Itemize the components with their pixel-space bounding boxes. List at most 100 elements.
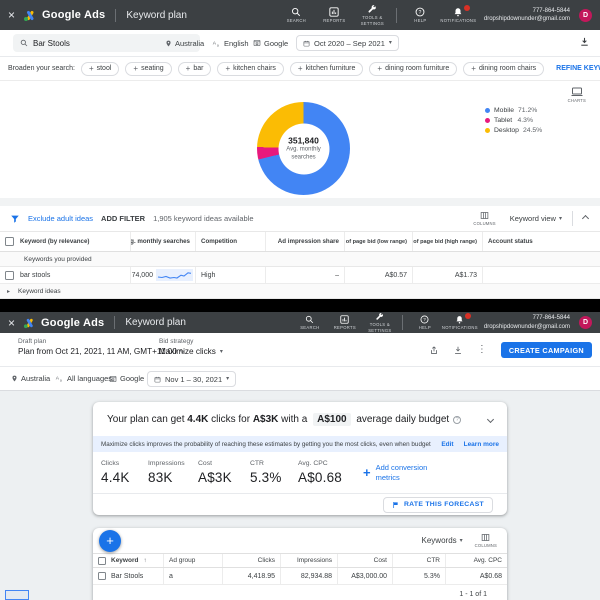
- nav-notifications-button[interactable]: NOTIFICATIONS: [442, 312, 478, 330]
- svg-text:a: a: [60, 379, 62, 383]
- broaden-chip[interactable]: + kitchen chairs: [217, 61, 284, 76]
- searches-cell: 74,000: [131, 271, 153, 279]
- table-row[interactable]: Bar Stools a 4,418.95 82,934.88 A$3,000.…: [93, 568, 507, 585]
- keywords-view-dropdown[interactable]: Keywords ▾: [422, 536, 463, 545]
- nav-tools-button[interactable]: TOOLS & SETTINGS: [365, 312, 395, 333]
- broaden-chip[interactable]: + kitchen furniture: [289, 61, 364, 76]
- columns-button[interactable]: COLUMNS: [475, 533, 497, 548]
- add-keyword-button[interactable]: +: [99, 529, 121, 552]
- close-icon[interactable]: ×: [8, 317, 15, 329]
- metric-avg-cpc: Avg. CPC A$0.68: [298, 460, 342, 485]
- close-icon[interactable]: ×: [8, 9, 15, 21]
- search-icon: [291, 7, 301, 17]
- network-control[interactable]: Google: [109, 374, 144, 383]
- broaden-chip[interactable]: + stool: [80, 61, 120, 76]
- col-clicks[interactable]: Clicks: [222, 554, 280, 567]
- more-options-button[interactable]: ⋮: [477, 345, 487, 355]
- plan-toolbar: Bar Stools Australia Aa English Google O…: [0, 30, 600, 57]
- col-avg-cpc[interactable]: Avg. CPC: [445, 554, 507, 567]
- divider: [572, 211, 573, 226]
- date-range-control[interactable]: Nov 1 – 30, 2021 ▾: [147, 371, 237, 387]
- nav-help-button[interactable]: ? HELP: [404, 7, 437, 23]
- network-control[interactable]: Google: [253, 39, 288, 48]
- avatar[interactable]: D: [579, 316, 592, 329]
- nav-notifications-button[interactable]: NOTIFICATIONS: [440, 4, 476, 23]
- collapse-card-button[interactable]: [486, 415, 495, 423]
- bid-strategy-block: Bid strategy Maximize clicks ▾: [159, 338, 223, 356]
- avatar[interactable]: D: [579, 8, 592, 22]
- edit-link[interactable]: Edit: [441, 441, 453, 448]
- location-control[interactable]: Australia: [11, 374, 50, 383]
- create-campaign-button[interactable]: CREATE CAMPAIGN: [500, 342, 592, 358]
- col-ad-impression-share[interactable]: Ad impression share: [265, 232, 344, 251]
- nav-reports-button[interactable]: REPORTS: [318, 7, 351, 23]
- search-value: Bar Stools: [33, 38, 70, 48]
- select-all-checkbox[interactable]: [98, 556, 106, 565]
- refine-keywords-link[interactable]: REFINE KEYWORDS: [556, 65, 600, 72]
- account-info[interactable]: 777-864-5844 dropshipdownunder@gmail.com: [484, 7, 570, 23]
- nav-reports-button[interactable]: REPORTS: [330, 315, 360, 330]
- nav-search-button[interactable]: SEARCH: [295, 315, 325, 330]
- calendar-icon: [154, 376, 161, 383]
- view-dropdown[interactable]: Keyword view ▾: [510, 214, 562, 223]
- col-impressions[interactable]: Impressions: [280, 554, 337, 567]
- wrench-icon: [367, 4, 377, 14]
- download-button[interactable]: [579, 36, 590, 48]
- broaden-chip[interactable]: + dining room furniture: [369, 61, 458, 76]
- language-control[interactable]: Aa All languages: [55, 374, 112, 383]
- nav-divider: [401, 315, 403, 330]
- nav-tools-button[interactable]: TOOLS & SETTINGS: [356, 4, 389, 26]
- language-control[interactable]: Aa English: [212, 39, 249, 48]
- col-ad-group[interactable]: Ad group: [163, 554, 222, 567]
- section-keyword-ideas[interactable]: ▸ Keyword ideas: [0, 284, 600, 299]
- col-avg-monthly-searches[interactable]: Avg. monthly searches: [130, 232, 195, 251]
- bid-strategy-dropdown[interactable]: Maximize clicks ▾: [159, 347, 223, 356]
- metric-ctr: CTR 5.3%: [250, 460, 282, 485]
- broaden-chip[interactable]: + dining room chairs: [463, 61, 545, 76]
- col-account-status[interactable]: Account status: [482, 232, 600, 251]
- download-button[interactable]: [453, 345, 463, 356]
- rate-forecast-button[interactable]: RATE THIS FORECAST: [382, 496, 493, 513]
- budget-field[interactable]: A$100: [313, 412, 351, 426]
- broaden-chip[interactable]: + bar: [177, 61, 212, 76]
- select-all-checkbox[interactable]: [5, 237, 14, 246]
- row-checkbox[interactable]: [5, 270, 14, 280]
- broaden-chip[interactable]: + seating: [125, 61, 172, 76]
- metric-cost: Cost A$3K: [198, 460, 232, 485]
- svg-text:A: A: [56, 375, 60, 381]
- chevron-down-icon: ▾: [388, 40, 392, 46]
- learn-more-link[interactable]: Learn more: [464, 441, 499, 448]
- forecast-headline: Your plan can get 4.4K clicks for A$3K w…: [93, 402, 507, 436]
- share-button[interactable]: [429, 345, 439, 356]
- add-icon: +: [106, 533, 114, 548]
- exclude-adult-ideas-link[interactable]: Exclude adult ideas: [28, 214, 93, 223]
- col-cost[interactable]: Cost: [337, 554, 392, 567]
- date-range-control[interactable]: Oct 2020 – Sep 2021 ▾: [296, 35, 399, 51]
- pagination-label: 1 - 1 of 1: [459, 590, 487, 598]
- col-competition[interactable]: Competition: [195, 232, 265, 251]
- col-keyword[interactable]: Keyword: [111, 557, 138, 564]
- columns-button[interactable]: COLUMNS: [473, 211, 496, 226]
- col-top-bid-high[interactable]: Top of page bid (high range): [412, 232, 482, 251]
- chevron-down-icon: ▾: [219, 348, 223, 355]
- info-icon[interactable]: ?: [453, 415, 462, 424]
- row-checkbox[interactable]: [98, 572, 106, 580]
- location-control[interactable]: Australia: [165, 39, 204, 48]
- add-filter-button[interactable]: ADD FILTER: [101, 214, 145, 223]
- forecast-card: Your plan can get 4.4K clicks for A$3K w…: [93, 402, 507, 515]
- charts-toggle-button[interactable]: CHARTS: [568, 87, 586, 103]
- clicks-cell: 4,418.95: [222, 568, 280, 584]
- app-header: × Google Ads Keyword plan SEARCH REPORTS: [0, 0, 600, 30]
- col-keyword[interactable]: Keyword (by relevance): [20, 238, 89, 245]
- account-info[interactable]: 777-864-5844 dropshipdownunder@gmail.com: [484, 314, 570, 330]
- col-ctr[interactable]: CTR: [392, 554, 445, 567]
- nav-help-button[interactable]: ? HELP: [410, 315, 440, 330]
- nav-search-button[interactable]: SEARCH: [280, 7, 313, 23]
- table-row[interactable]: bar stools 74,000 High – A$0.57 A$1.73: [0, 267, 600, 284]
- ctr-cell: 5.3%: [392, 568, 445, 584]
- collapse-panel-button[interactable]: [581, 214, 590, 223]
- col-top-bid-low[interactable]: Top of page bid (low range): [344, 232, 412, 251]
- add-conversion-metrics-button[interactable]: + Add conversion metrics: [363, 463, 434, 482]
- add-icon: +: [88, 63, 94, 73]
- bid-strategy-label: Bid strategy: [159, 338, 194, 345]
